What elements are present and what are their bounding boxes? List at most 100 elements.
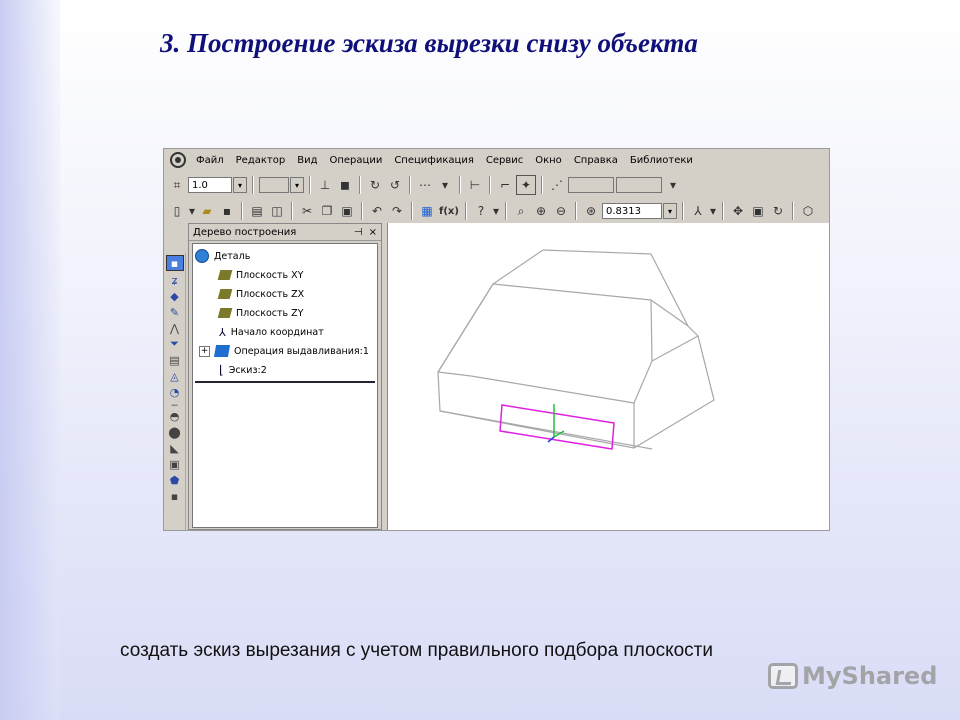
tree-item-plane-zy[interactable]: Плоскость ZY bbox=[217, 304, 304, 322]
extrude-op-icon[interactable]: ◓ bbox=[167, 409, 183, 423]
plane-icon bbox=[217, 308, 233, 318]
ortho-icon[interactable]: ⊢ bbox=[466, 176, 484, 194]
model-viewport[interactable] bbox=[387, 223, 829, 530]
rotate-op-icon[interactable]: ⬤ bbox=[167, 425, 183, 439]
model-edge-right bbox=[542, 249, 699, 404]
pin-icon[interactable]: ⊣ bbox=[354, 227, 363, 238]
filter-icon[interactable]: ⏷ bbox=[167, 337, 183, 351]
toolbar-current-state: ⌗ 1.0 ▾ ▾ ⊥ ◼ ↻ ↺ ⋯ ▾ ⊢ ⌐ ✦ ⋰ ▾ bbox=[164, 173, 829, 197]
orientation-icon[interactable]: ↻ bbox=[366, 176, 384, 194]
toolbar-separator bbox=[359, 176, 361, 194]
zoom-window-icon[interactable]: ⌕ bbox=[512, 202, 530, 220]
model-edge-bottom bbox=[439, 410, 653, 450]
expand-icon[interactable]: + bbox=[199, 345, 210, 357]
menu-specification[interactable]: Спецификация bbox=[388, 155, 480, 166]
style-dropdown[interactable]: ▾ bbox=[290, 177, 304, 193]
zoom-in-icon[interactable]: ⊕ bbox=[532, 202, 550, 220]
tree-item-label: Плоскость XY bbox=[236, 269, 304, 281]
tree-item-plane-zx[interactable]: Плоскость ZX bbox=[217, 285, 304, 303]
print-icon[interactable]: ▤ bbox=[248, 202, 266, 220]
zoom-fit-icon[interactable]: ▣ bbox=[749, 202, 767, 220]
sketch-mode-icon[interactable]: ⌐ bbox=[496, 176, 514, 194]
fillet-icon[interactable]: ◆ bbox=[167, 289, 183, 303]
help-dropdown-icon[interactable]: ▾ bbox=[492, 202, 500, 220]
zoom-out-icon[interactable]: ⊖ bbox=[552, 202, 570, 220]
model-edge-front-top bbox=[470, 375, 635, 404]
cut-icon[interactable]: ✂ bbox=[298, 202, 316, 220]
rotate-icon[interactable]: ↻ bbox=[769, 202, 787, 220]
manager-icon[interactable]: ▦ bbox=[418, 202, 436, 220]
open-folder-icon[interactable]: ▰ bbox=[198, 202, 216, 220]
new-dropdown-icon[interactable]: ▾ bbox=[188, 202, 196, 220]
pan-icon[interactable]: ✥ bbox=[729, 202, 747, 220]
orientation-axes-icon[interactable]: ⅄ bbox=[689, 202, 707, 220]
sketch-active-icon[interactable]: ✦ bbox=[516, 175, 536, 195]
grid-snap-icon[interactable]: ⌗ bbox=[168, 176, 186, 194]
dimension-icon[interactable]: ✎ bbox=[167, 305, 183, 319]
print-preview-icon[interactable]: ◫ bbox=[268, 202, 286, 220]
new-file-icon[interactable]: ▯ bbox=[168, 202, 186, 220]
save-icon[interactable]: ▪ bbox=[218, 202, 236, 220]
paste-icon[interactable]: ▣ bbox=[338, 202, 356, 220]
pattern-icon[interactable]: ⋀ bbox=[167, 321, 183, 335]
cut-op-icon[interactable]: ⬟ bbox=[167, 473, 183, 487]
menu-libraries[interactable]: Библиотеки bbox=[624, 155, 699, 166]
model-drawing bbox=[437, 249, 715, 450]
menu-operations[interactable]: Операции bbox=[323, 155, 388, 166]
app-logo-icon[interactable] bbox=[170, 152, 186, 168]
measure-icon[interactable]: ◬ bbox=[167, 369, 183, 383]
local-cs-icon[interactable]: ⊥ bbox=[316, 176, 334, 194]
toolbar-separator bbox=[489, 176, 491, 194]
undo-icon[interactable]: ↶ bbox=[368, 202, 386, 220]
slide-caption: создать эскиз вырезания с учетом правиль… bbox=[120, 640, 713, 661]
toolbar-separator bbox=[541, 176, 543, 194]
spline-icon[interactable]: ʑ bbox=[167, 273, 183, 287]
menu-help[interactable]: Справка bbox=[568, 155, 624, 166]
tree-item-plane-xy[interactable]: Плоскость XY bbox=[217, 266, 304, 284]
plane-icon bbox=[217, 289, 233, 299]
report-icon[interactable]: ▤ bbox=[167, 353, 183, 367]
orientation-dropdown-icon[interactable]: ▾ bbox=[709, 202, 717, 220]
coord-y-field[interactable] bbox=[616, 177, 662, 193]
copy-icon[interactable]: ❐ bbox=[318, 202, 336, 220]
layer-icon[interactable]: ◼ bbox=[336, 176, 354, 194]
display-mode-icon[interactable]: ⬡ bbox=[799, 202, 817, 220]
style-field[interactable] bbox=[259, 177, 289, 193]
zoom-scale-icon[interactable]: ⊛ bbox=[582, 202, 600, 220]
extrude-icon bbox=[213, 345, 231, 357]
variables-fx-button[interactable]: f(x) bbox=[438, 202, 460, 220]
help-pointer-icon[interactable]: ? bbox=[472, 202, 490, 220]
loft-op-icon[interactable]: ◣ bbox=[167, 441, 183, 455]
close-icon[interactable]: × bbox=[369, 227, 377, 238]
coords-dropdown-icon[interactable]: ▾ bbox=[664, 176, 682, 194]
tree-item-sketch[interactable]: ⌊ Эскиз:2 bbox=[219, 361, 267, 379]
menu-view[interactable]: Вид bbox=[291, 155, 323, 166]
redo-icon[interactable]: ↷ bbox=[388, 202, 406, 220]
grid-dropdown-icon[interactable]: ▾ bbox=[436, 176, 454, 194]
tree-item-part[interactable]: Деталь bbox=[195, 247, 250, 265]
orientation2-icon[interactable]: ↺ bbox=[386, 176, 404, 194]
tree-item-label: Эскиз:2 bbox=[228, 364, 267, 376]
toolbar-standard: ▯ ▾ ▰ ▪ ▤ ◫ ✂ ❐ ▣ ↶ ↷ ▦ f(x) ? ▾ ⌕ ⊕ ⊖ ⊛… bbox=[164, 199, 829, 223]
tree-item-extrusion[interactable]: + Операция выдавливания:1 bbox=[199, 342, 369, 360]
step-input[interactable]: 1.0 bbox=[188, 177, 232, 193]
separator-icon: ‒ bbox=[171, 397, 178, 411]
toolbar-separator bbox=[722, 202, 724, 220]
menu-service[interactable]: Сервис bbox=[480, 155, 529, 166]
coords-icon[interactable]: ⋰ bbox=[548, 176, 566, 194]
step-dropdown[interactable]: ▾ bbox=[233, 177, 247, 193]
sketch-rectangle bbox=[499, 404, 615, 450]
grid-icon[interactable]: ⋯ bbox=[416, 176, 434, 194]
more-op-icon[interactable]: ▪ bbox=[167, 489, 183, 503]
kinematic-op-icon[interactable]: ▣ bbox=[167, 457, 183, 471]
model-edge-left bbox=[437, 283, 494, 373]
menu-editor[interactable]: Редактор bbox=[230, 155, 292, 166]
menu-window[interactable]: Окно bbox=[529, 155, 568, 166]
zoom-input[interactable]: 0.8313 bbox=[602, 203, 662, 219]
zoom-dropdown[interactable]: ▾ bbox=[663, 203, 677, 219]
menu-file[interactable]: Файл bbox=[190, 155, 230, 166]
editing-panel-icon[interactable]: ▪ bbox=[165, 255, 184, 271]
coord-x-field[interactable] bbox=[568, 177, 614, 193]
tree-item-origin[interactable]: ⅄ Начало координат bbox=[219, 323, 324, 341]
tree-item-label: Начало координат bbox=[230, 326, 324, 338]
